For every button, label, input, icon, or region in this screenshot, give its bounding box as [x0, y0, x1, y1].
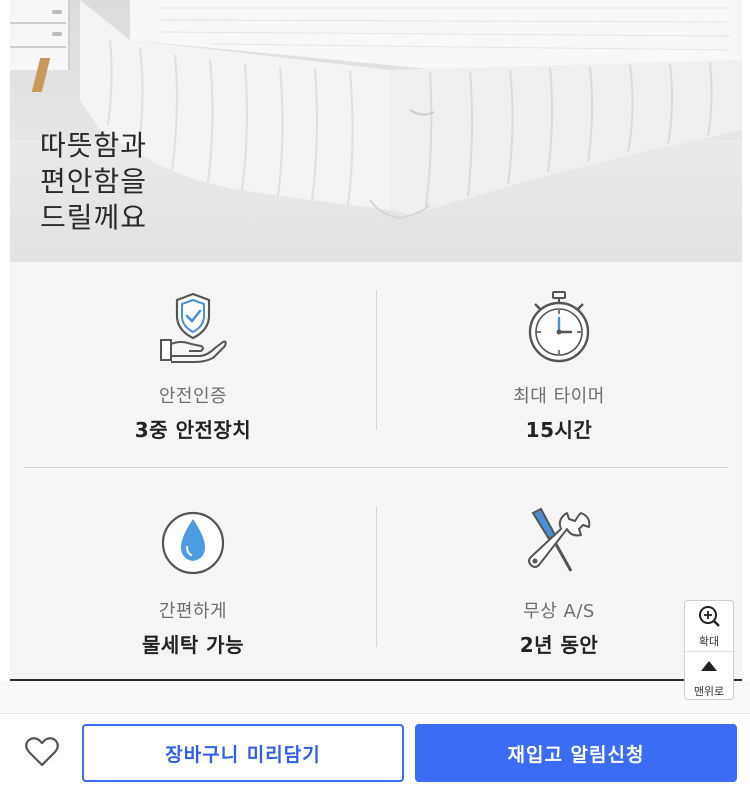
divider-horizontal — [24, 467, 728, 468]
feature-timer-sub: 최대 타이머 — [513, 386, 605, 407]
feature-safety: 안전인증 3중 안전장치 — [10, 290, 376, 443]
feature-safety-sub: 안전인증 — [158, 386, 228, 407]
add-to-cart-button[interactable]: 장바구니 미리담기 — [82, 724, 404, 782]
hero-line-3: 드릴께요 — [40, 201, 148, 234]
tools-icon — [528, 507, 591, 572]
floating-side-buttons: 확대 맨위로 — [684, 600, 734, 700]
feature-washable-main: 물세탁 가능 — [142, 633, 244, 657]
hero-line-2: 편안함을 — [40, 165, 148, 198]
hero-line-1: 따뜻함과 — [40, 129, 148, 162]
zoom-label: 확대 — [698, 635, 720, 648]
feature-timer: 최대 타이머 15시간 — [376, 290, 742, 443]
hero-caption: 따뜻함과 편안함을 드릴께요 — [40, 128, 147, 236]
features-panel: 안전인증 3중 안전장치 최대 타이머 15시간 간편하게 물세탁 가능 무상 … — [10, 262, 742, 680]
feature-washable-sub: 간편하게 — [158, 601, 228, 622]
product-photo: 따뜻함과 편안함을 드릴께요 — [10, 0, 742, 262]
feature-timer-main: 15시간 — [525, 418, 593, 442]
scroll-top-label: 맨위로 — [693, 685, 725, 698]
scroll-top-button[interactable]: 맨위로 — [685, 651, 733, 701]
zoom-button[interactable]: 확대 — [685, 601, 733, 651]
shield-hand-icon — [160, 292, 227, 363]
arrow-up-icon — [701, 661, 717, 671]
stopwatch-icon — [528, 291, 590, 363]
feature-washable: 간편하게 물세탁 가능 — [10, 505, 376, 658]
zoom-in-icon — [699, 606, 720, 627]
bottom-action-bar: 장바구니 미리담기 재입고 알림신청 — [0, 713, 750, 787]
heart-icon[interactable] — [24, 736, 60, 768]
restock-alert-button[interactable]: 재입고 알림신청 — [415, 724, 737, 782]
water-drop-icon — [161, 511, 225, 575]
feature-safety-main: 3중 안전장치 — [134, 418, 252, 442]
content-strip — [0, 681, 750, 713]
